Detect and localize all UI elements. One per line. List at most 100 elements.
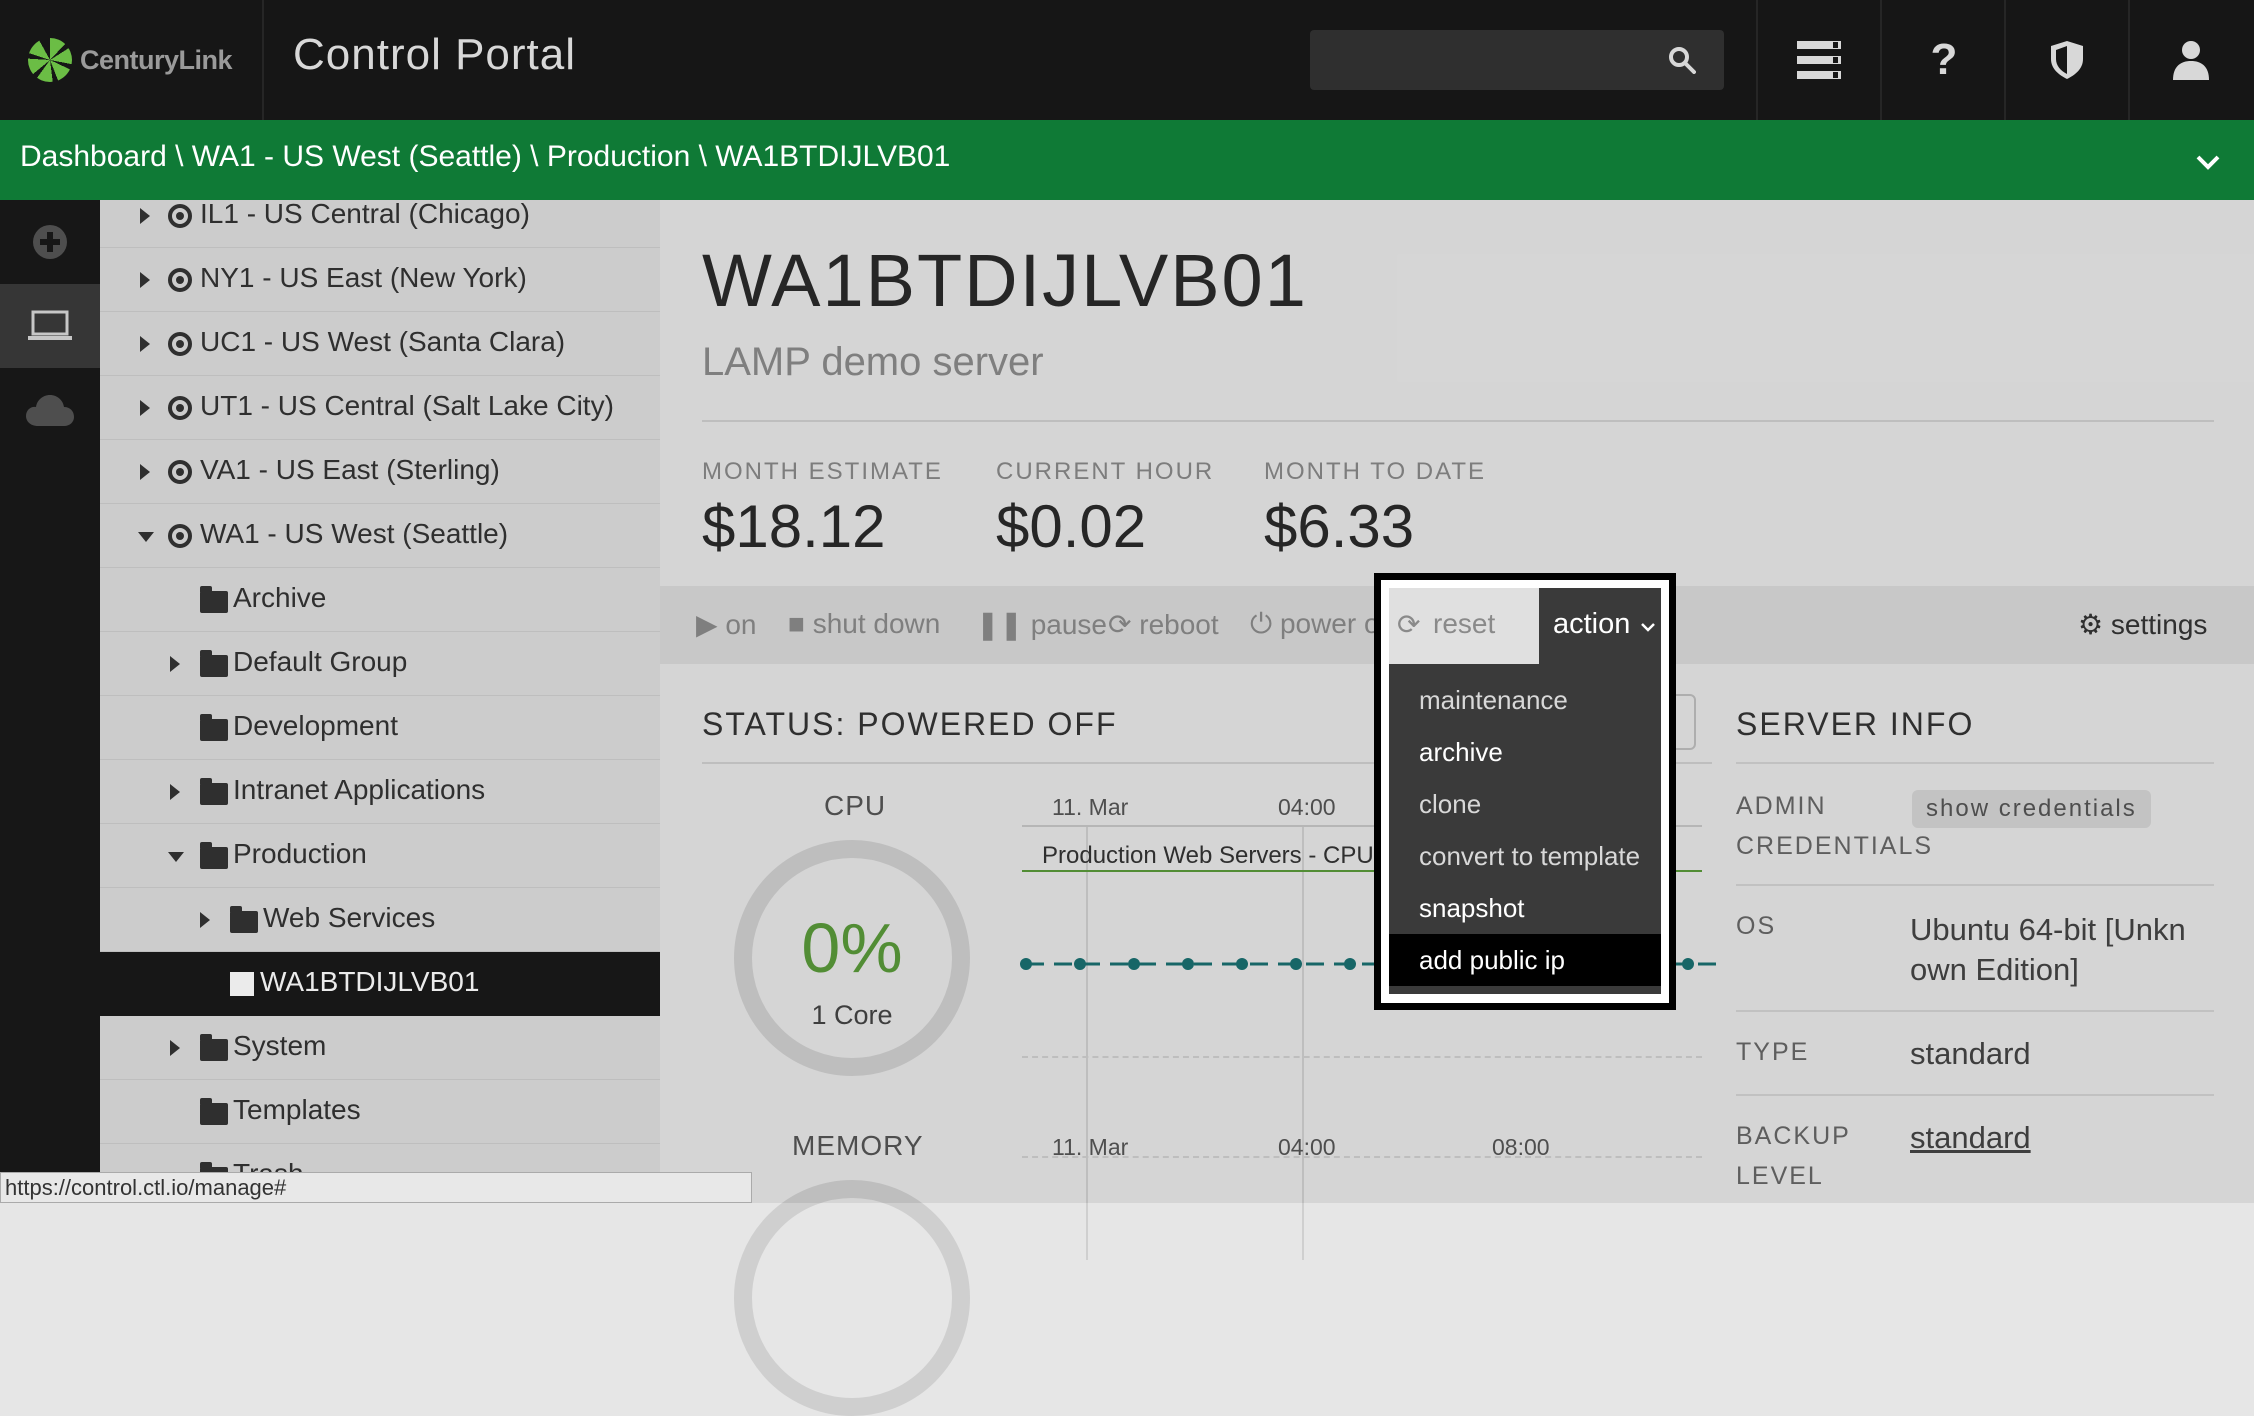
expand-icon[interactable] <box>140 400 150 416</box>
group-tree: IL1 - US Central (Chicago) NY1 - US East… <box>100 200 660 1203</box>
button-label: reset <box>1433 608 1496 639</box>
month-to-date: MONTH TO DATE $6.33 <box>1264 458 1486 561</box>
divider <box>2004 0 2006 120</box>
reboot-button[interactable]: ⟳ reboot <box>1108 608 1219 641</box>
expand-icon[interactable] <box>200 912 210 928</box>
backup-level-link[interactable]: standard <box>1910 1118 2031 1158</box>
tree-item-development[interactable]: Development <box>100 696 660 760</box>
datacenter-icon <box>168 332 192 356</box>
current-hour: CURRENT HOUR $0.02 <box>996 458 1214 561</box>
cost-value: $0.02 <box>996 493 1147 560</box>
tree-item-default-group[interactable]: Default Group <box>100 632 660 696</box>
chart-gridline <box>1086 825 1088 1260</box>
expand-icon[interactable] <box>140 272 150 288</box>
tree-item-web-services[interactable]: Web Services <box>100 888 660 952</box>
tree-item-label: UT1 - US Central (Salt Lake City) <box>200 390 614 421</box>
pause-button[interactable]: ❚❚ pause <box>976 608 1107 641</box>
rail-cloud[interactable] <box>0 368 100 452</box>
tree-item-production[interactable]: Production <box>100 824 660 888</box>
expand-icon[interactable] <box>140 464 150 480</box>
help-icon[interactable]: ? <box>1917 33 1971 87</box>
show-credentials-button[interactable]: show credentials <box>1912 790 2151 828</box>
divider <box>1756 0 1758 120</box>
folder-icon <box>200 778 228 805</box>
on-button[interactable]: ▶ on <box>696 608 756 641</box>
month-estimate: MONTH ESTIMATE $18.12 <box>702 458 943 561</box>
stop-icon: ■ <box>788 608 805 639</box>
menu-item-convert-to-template[interactable]: convert to template <box>1389 830 1661 882</box>
expand-icon[interactable] <box>170 1040 180 1056</box>
collapse-icon[interactable] <box>138 532 154 542</box>
expand-icon[interactable] <box>170 656 180 672</box>
cpu-gauge: 0% 1 Core <box>734 840 970 1076</box>
refresh-icon: ⟳ <box>1108 609 1132 640</box>
chevron-down-icon <box>1641 623 1656 632</box>
tree-item-ny1[interactable]: NY1 - US East (New York) <box>100 248 660 312</box>
tree-item-label: Intranet Applications <box>233 774 486 805</box>
rail-servers[interactable] <box>0 284 100 368</box>
shut-down-button[interactable]: ■ shut down <box>788 608 940 640</box>
menu-item-add-public-ip[interactable]: add public ip <box>1389 934 1661 986</box>
server-name: WA1BTDIJLVB01 <box>702 239 1308 322</box>
divider <box>1736 762 2214 764</box>
tree-item-wa1[interactable]: WA1 - US West (Seattle) <box>100 504 660 568</box>
tree-item-templates[interactable]: Templates <box>100 1080 660 1144</box>
tree-item-va1[interactable]: VA1 - US East (Sterling) <box>100 440 660 504</box>
breadcrumb-bar: Dashboard \ WA1 - US West (Seattle) \ Pr… <box>0 120 2254 200</box>
user-icon[interactable] <box>2164 33 2218 87</box>
search-icon[interactable] <box>1668 46 1696 74</box>
action-menu: maintenance archive clone convert to tem… <box>1389 664 1661 994</box>
folder-icon <box>200 650 228 677</box>
cost-label: MONTH TO DATE <box>1264 458 1487 485</box>
expand-icon[interactable] <box>140 336 150 352</box>
reset-button[interactable]: ⟳ reset <box>1389 588 1539 664</box>
chart-gridline <box>1022 1056 1702 1058</box>
breadcrumb[interactable]: Dashboard \ WA1 - US West (Seattle) \ Pr… <box>20 140 950 174</box>
tree-item-label: Archive <box>233 582 327 613</box>
value-line: own Edition] <box>1910 952 2079 987</box>
server-description: LAMP demo server <box>702 340 1044 384</box>
settings-button[interactable]: ⚙ settings <box>2078 608 2207 641</box>
button-label: shut down <box>812 608 941 639</box>
chevron-down-icon[interactable] <box>2192 146 2224 178</box>
power-off-button[interactable]: ⏻ power off <box>1250 608 1395 641</box>
rail-add[interactable] <box>0 200 100 284</box>
cost-value: $18.12 <box>702 493 886 560</box>
expand-icon[interactable] <box>170 784 180 800</box>
menu-item-archive[interactable]: archive <box>1389 726 1661 778</box>
divider <box>2128 0 2130 120</box>
expand-icon[interactable] <box>140 208 150 224</box>
collapse-icon[interactable] <box>168 852 184 862</box>
tree-item-uc1[interactable]: UC1 - US West (Santa Clara) <box>100 312 660 376</box>
value-line: Ubuntu 64-bit [Unkn <box>1910 912 2186 947</box>
tree-item-label: Development <box>233 710 398 741</box>
tree-item-ut1[interactable]: UT1 - US Central (Salt Lake City) <box>100 376 660 440</box>
cpu-label: CPU <box>824 790 887 821</box>
menu-item-snapshot[interactable]: snapshot <box>1389 882 1661 934</box>
tree-item-system[interactable]: System <box>100 1016 660 1080</box>
play-icon: ▶ <box>696 609 718 640</box>
gear-icon: ⚙ <box>2078 609 2104 640</box>
button-label: pause <box>1030 609 1107 640</box>
divider <box>1736 1010 2214 1012</box>
divider <box>262 0 264 120</box>
shield-icon[interactable] <box>2040 33 2094 87</box>
menu-item-maintenance[interactable]: maintenance <box>1389 674 1661 726</box>
centurylink-logo[interactable]: CenturyLink <box>28 38 233 82</box>
queue-icon[interactable] <box>1792 33 1846 87</box>
action-dropdown-button[interactable]: action <box>1539 588 1661 664</box>
tree-item-intranet-applications[interactable]: Intranet Applications <box>100 760 660 824</box>
divider <box>1880 0 1882 120</box>
tree-item-server-selected[interactable]: WA1BTDIJLVB01 <box>100 952 660 1016</box>
search-input[interactable] <box>1310 30 1724 90</box>
tree-item-il1[interactable]: IL1 - US Central (Chicago) <box>100 200 660 248</box>
tree-item-archive[interactable]: Archive <box>100 568 660 632</box>
os-value: Ubuntu 64-bit [Unkn own Edition] <box>1910 910 2186 990</box>
tree-item-label: UC1 - US West (Santa Clara) <box>200 326 566 357</box>
menu-item-clone[interactable]: clone <box>1389 778 1661 830</box>
series-label: Production Web Servers - CPU8 <box>1042 842 1388 869</box>
label-line: LEVEL <box>1736 1162 1824 1190</box>
tree-item-label: System <box>233 1030 327 1061</box>
tree-item-label: WA1BTDIJLVB01 <box>260 966 480 997</box>
cpu-cores: 1 Core <box>811 1000 893 1030</box>
